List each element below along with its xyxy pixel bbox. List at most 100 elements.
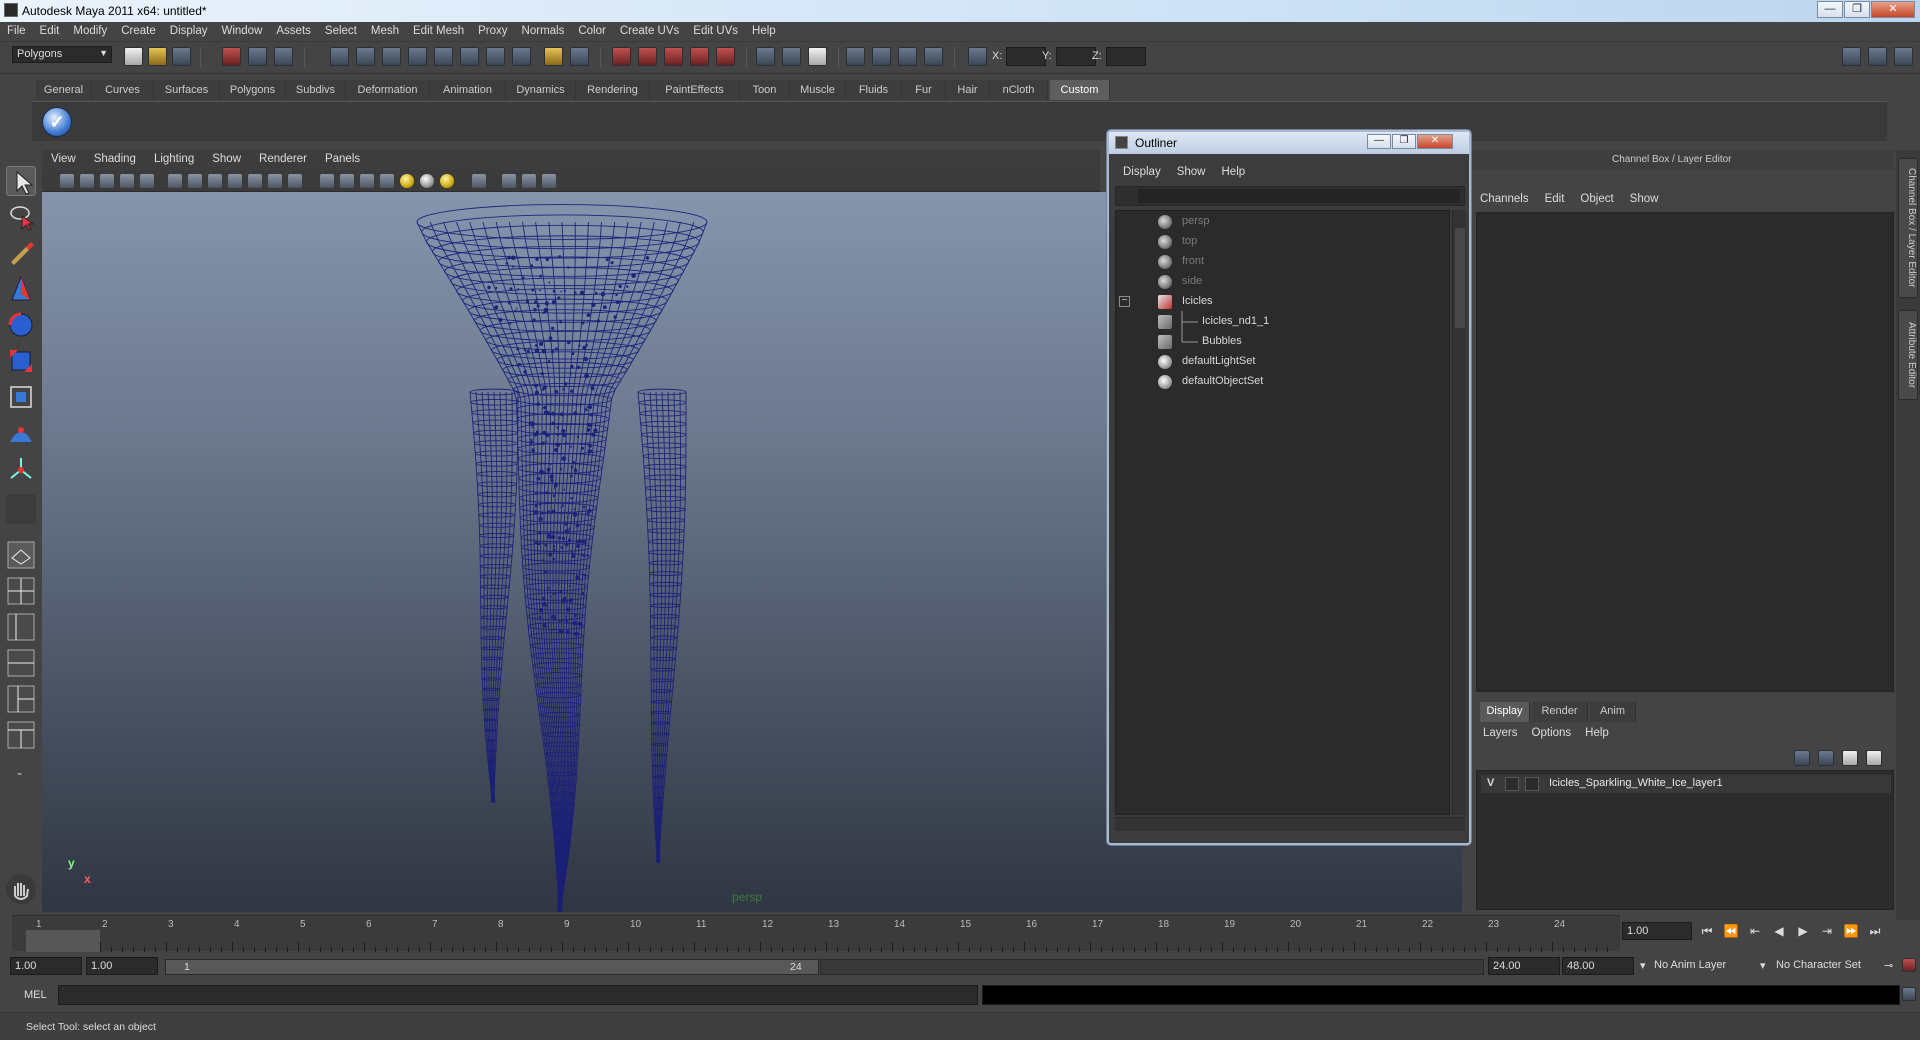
last-tool-used-icon[interactable] [6,494,36,524]
image-plane-icon[interactable] [120,174,134,188]
outliner-menu-show[interactable]: Show [1169,166,1214,178]
shelf-tab-subdivs[interactable]: Subdivs [286,80,346,100]
create-layer-from-selection-icon[interactable] [1866,750,1882,766]
open-scene-icon[interactable] [148,47,167,66]
channel-menu-channels[interactable]: Channels [1472,190,1537,205]
resolution-gate-icon[interactable] [208,174,222,188]
select-camera-icon[interactable] [60,174,74,188]
outliner-menu-display[interactable]: Display [1115,166,1169,178]
script-editor-icon[interactable] [1902,987,1916,1001]
select-handles-icon[interactable] [330,47,349,66]
shelf-tab-custom[interactable]: Custom [1050,80,1110,100]
scale-tool-icon[interactable] [6,346,36,376]
viewport-menu-shading[interactable]: Shading [85,150,145,165]
range-slider-track[interactable] [820,959,1484,975]
layer-visibility-toggle[interactable]: V [1487,777,1494,789]
persp-graph-layout-icon[interactable] [6,648,36,678]
show-channel-box-icon[interactable] [1894,47,1913,66]
use-default-lighting-icon[interactable] [400,174,414,188]
anim-layer-dropdown[interactable]: No Anim Layer [1650,957,1756,975]
safe-action-icon[interactable] [268,174,282,188]
persp-outliner-graph-layout-icon[interactable] [6,720,36,750]
move-tool-icon[interactable] [6,274,36,304]
select-by-hierarchy-icon[interactable] [222,47,241,66]
outliner-title-bar[interactable]: Outliner — ❐ ✕ [1109,132,1469,154]
close-window-button[interactable]: ✕ [1871,1,1915,18]
play-backwards-icon[interactable]: ◀ [1770,924,1788,940]
universal-manipulator-icon[interactable] [6,382,36,412]
viewport-menu-renderer[interactable]: Renderer [250,150,316,165]
snap-to-point-icon[interactable] [664,47,683,66]
move-layer-up-icon[interactable] [1794,750,1810,766]
outliner-menu-help[interactable]: Help [1214,166,1254,178]
film-gate-icon[interactable] [188,174,202,188]
xray-joints-icon[interactable] [542,174,556,188]
menu-assets[interactable]: Assets [269,22,318,37]
use-all-lights-icon[interactable] [440,174,454,188]
select-by-object-icon[interactable] [248,47,267,66]
step-forward-key-icon[interactable]: ⇥ [1818,924,1836,940]
shelf-tab-dynamics[interactable]: Dynamics [506,80,576,100]
layer-menu-layers[interactable]: Layers [1476,725,1525,739]
select-deformations-icon[interactable] [434,47,453,66]
snap-to-curve-icon[interactable] [638,47,657,66]
outliner-minimize-button[interactable]: — [1367,134,1391,149]
shelf-tab-rendering[interactable]: Rendering [576,80,650,100]
shelf-tab-animation[interactable]: Animation [430,80,506,100]
animation-end-field[interactable]: 48.00 [1562,957,1634,975]
rotate-tool-icon[interactable] [6,310,36,340]
maximize-window-button[interactable]: ❐ [1844,1,1870,18]
menu-select[interactable]: Select [318,22,364,37]
isolate-select-icon[interactable] [472,174,486,188]
menu-proxy[interactable]: Proxy [471,22,514,37]
input-history-icon[interactable] [756,47,775,66]
step-back-frame-icon[interactable]: ⏪ [1722,924,1740,940]
paint-select-tool-icon[interactable] [6,238,36,268]
channel-menu-edit[interactable]: Edit [1537,190,1573,205]
select-joints-icon[interactable] [356,47,375,66]
shelf-tab-toon[interactable]: Toon [740,80,790,100]
menu-mesh[interactable]: Mesh [364,22,406,37]
textured-icon[interactable] [380,174,394,188]
xray-active-components-icon[interactable] [522,174,536,188]
soft-modification-icon[interactable] [6,418,36,448]
output-history-icon[interactable] [782,47,801,66]
minimize-window-button[interactable]: — [1817,1,1843,18]
menu-file[interactable]: File [0,22,33,37]
character-set-dropdown[interactable]: No Character Set [1772,957,1882,975]
viewport-menu-show[interactable]: Show [203,150,250,165]
range-slider-handle[interactable]: 1 24 [165,959,819,975]
layer-menu-help[interactable]: Help [1578,725,1616,739]
chevron-down-icon[interactable]: ▾ [1756,957,1770,975]
show-tool-settings-icon[interactable] [1868,47,1887,66]
select-surfaces-icon[interactable] [408,47,427,66]
menu-help[interactable]: Help [745,22,783,37]
menu-set-selector[interactable]: Polygons ▼ [12,46,112,63]
render-current-frame-icon[interactable] [872,47,891,66]
safe-title-icon[interactable] [288,174,302,188]
shelf-tab-muscle[interactable]: Muscle [790,80,846,100]
step-forward-frame-icon[interactable]: ⏩ [1842,924,1860,940]
select-dynamics-icon[interactable] [460,47,479,66]
render-settings-icon[interactable] [924,47,943,66]
camera-attributes-icon[interactable] [80,174,94,188]
check-mark-icon[interactable]: ✓ [42,107,72,137]
show-attribute-editor-icon[interactable] [1842,47,1861,66]
y-field[interactable] [1056,47,1096,66]
layer-row[interactable]: V Icicles_Sparkling_White_Ice_layer1 [1481,775,1891,793]
play-forwards-icon[interactable]: ▶ [1794,924,1812,940]
z-field[interactable] [1106,47,1146,66]
outliner-filter-input[interactable] [1138,189,1460,203]
select-curves-icon[interactable] [382,47,401,66]
viewport-menu-lighting[interactable]: Lighting [145,150,203,165]
xray-icon[interactable] [502,174,516,188]
gate-mask-icon[interactable] [228,174,242,188]
lock-selection-icon[interactable] [544,47,563,66]
shelf-tab-curves[interactable]: Curves [92,80,154,100]
smooth-shade-icon[interactable] [340,174,354,188]
viewport-menu-view[interactable]: View [42,150,85,165]
move-layer-down-icon[interactable] [1818,750,1834,766]
wireframe-on-shaded-icon[interactable] [360,174,374,188]
shelf-tab-fluids[interactable]: Fluids [846,80,902,100]
menu-modify[interactable]: Modify [66,22,114,37]
